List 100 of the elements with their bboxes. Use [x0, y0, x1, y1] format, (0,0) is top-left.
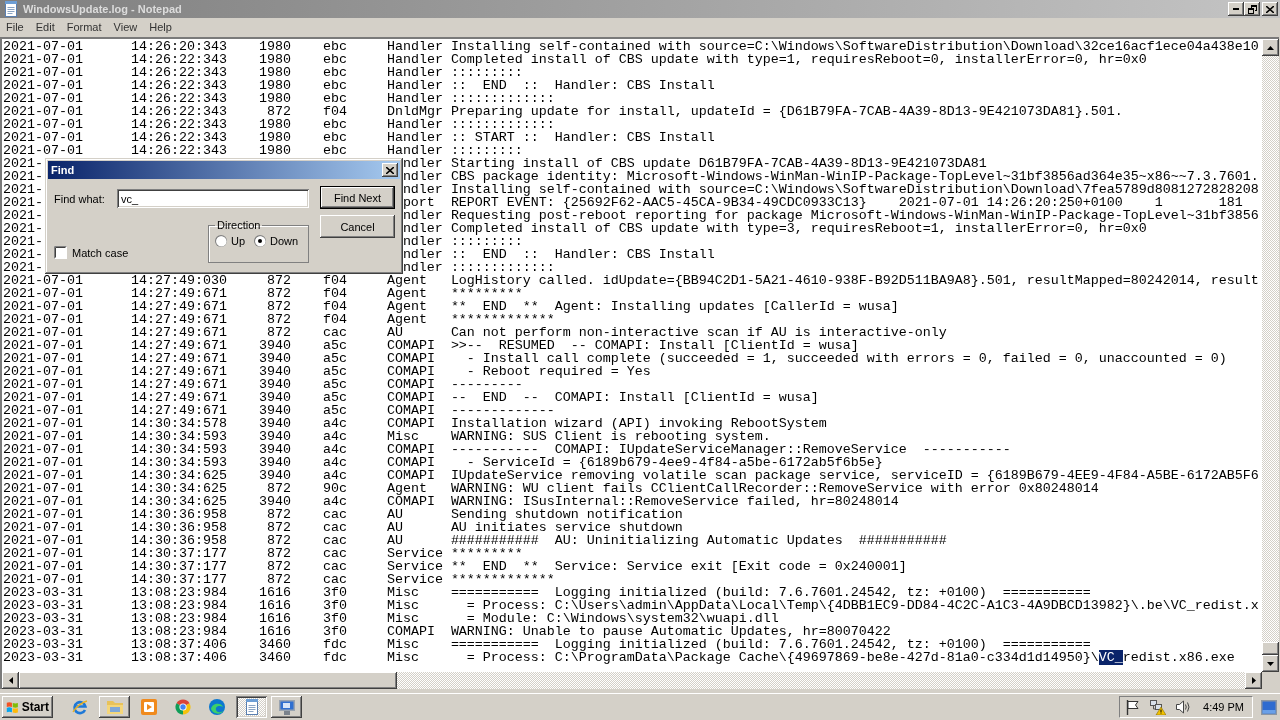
start-button[interactable]: Start	[2, 696, 53, 718]
log-component: Handler	[386, 131, 443, 144]
right-arrow-icon	[1251, 677, 1256, 684]
thread-id: ebc	[322, 144, 347, 157]
log-message: :::::::::	[450, 235, 523, 248]
restore-button[interactable]	[1244, 2, 1260, 16]
process-id: 3940	[258, 378, 291, 391]
log-component: Service	[386, 573, 443, 586]
log-date: 2021-07-01	[3, 573, 83, 586]
log-message: - Reboot required = Yes	[465, 365, 651, 378]
thread-id: a4c	[322, 443, 347, 456]
editor-field[interactable]	[2, 39, 1262, 672]
log-component: COMAPI	[386, 625, 435, 638]
log-date: 2021-	[3, 222, 43, 235]
direction-radio[interactable]: Up	[215, 235, 246, 247]
scroll-left-button[interactable]	[2, 672, 19, 689]
checkbox-icon[interactable]	[54, 246, 67, 259]
e-logo-icon[interactable]	[72, 699, 88, 715]
log-message: ----------- COMAPI: IUpdateServiceManager::RemoveService -----------	[450, 443, 1011, 456]
thread-id: cac	[322, 560, 347, 573]
log-time: 14:30:36:958	[130, 521, 227, 534]
process-id: 872	[266, 274, 291, 287]
process-id: 3940	[258, 443, 291, 456]
log-component: Handler	[386, 92, 443, 105]
thread-id: ebc	[322, 79, 347, 92]
taskbar-button[interactable]	[236, 696, 267, 718]
log-component: DnldMgr	[386, 105, 443, 118]
log-message: :::::::::	[450, 66, 523, 79]
notepad-icon	[3, 1, 19, 17]
menu-item[interactable]: Format	[60, 19, 108, 36]
log-message: WARNING: SUS Client is rebooting system.	[450, 430, 771, 443]
log-date: 2021-07-01	[3, 326, 83, 339]
vertical-scrollbar[interactable]	[1262, 39, 1279, 672]
find-what-field[interactable]: vc_	[117, 189, 309, 208]
log-date: 2021-07-01	[3, 300, 83, 313]
thread-id: a5c	[322, 339, 347, 352]
process-id: 872	[266, 573, 291, 586]
radio-icon[interactable]	[215, 235, 227, 247]
minimize-button[interactable]	[1228, 2, 1244, 16]
log-message: ---------	[450, 378, 523, 391]
swirl-logo-icon[interactable]	[209, 699, 225, 715]
scroll-up-button[interactable]	[1262, 39, 1279, 56]
process-id: 3460	[258, 651, 291, 664]
menu-item[interactable]: Edit	[29, 19, 61, 36]
dialog-button[interactable]: Cancel	[320, 215, 395, 238]
log-message: :: END :: Handler: CBS Install	[450, 79, 715, 92]
thread-id: a5c	[322, 404, 347, 417]
speaker-icon[interactable]	[1176, 700, 1192, 714]
log-time: 14:27:49:671	[130, 339, 227, 352]
log-component: ndler	[402, 170, 443, 183]
log-date: 2021-07-01	[3, 339, 83, 352]
screen-icon[interactable]	[1261, 699, 1277, 715]
close-button[interactable]	[382, 163, 398, 177]
log-date: 2021-07-01	[3, 560, 83, 573]
radio-icon[interactable]	[254, 235, 267, 247]
scrollbar-thumb[interactable]	[1262, 642, 1279, 655]
close-button[interactable]	[1262, 2, 1278, 16]
menu-item[interactable]: File	[0, 19, 30, 36]
log-component: ndler	[402, 261, 443, 274]
ring-logo-icon[interactable]	[175, 699, 191, 715]
dialog-button[interactable]: Find Next	[320, 186, 395, 209]
thread-id: fdc	[322, 651, 347, 664]
log-date: 2021-07-01	[3, 53, 83, 66]
thread-id: f04	[322, 105, 347, 118]
thread-id: ebc	[322, 53, 347, 66]
flag-icon[interactable]	[1126, 699, 1141, 715]
thread-id: ebc	[322, 66, 347, 79]
thread-id: 3f0	[322, 599, 347, 612]
network-warning-icon[interactable]	[1150, 699, 1167, 715]
log-component: Handler	[386, 79, 443, 92]
log-date: 2021-07-01	[3, 469, 83, 482]
taskbar-button[interactable]	[271, 696, 302, 718]
log-message: *********	[450, 287, 523, 300]
log-time: 14:26:22:343	[130, 53, 227, 66]
process-id: 1980	[258, 131, 291, 144]
log-component: Handler	[386, 118, 443, 131]
process-id: 872	[266, 521, 291, 534]
scroll-down-button[interactable]	[1262, 655, 1279, 672]
log-time: 14:26:22:343	[130, 118, 227, 131]
match-case-checkbox[interactable]: Match case	[54, 246, 129, 259]
log-component: COMAPI	[386, 352, 435, 365]
thread-id: cac	[322, 534, 347, 547]
log-date: 2021-07-01	[3, 66, 83, 79]
process-id: 1980	[258, 144, 291, 157]
menu-item[interactable]: Help	[143, 19, 178, 36]
log-date: 2021-	[3, 170, 43, 183]
direction-radio[interactable]: Down	[254, 235, 299, 247]
scrollbar-thumb[interactable]	[19, 672, 397, 689]
horizontal-scrollbar[interactable]	[2, 672, 1262, 689]
log-date: 2021-07-01	[3, 144, 83, 157]
process-id: 3940	[258, 352, 291, 365]
log-message: Installation wizard (API) invoking RebootSystem	[450, 417, 827, 430]
menu-item[interactable]: View	[107, 19, 144, 36]
log-time: 13:08:37:406	[130, 651, 227, 664]
down-arrow-icon	[1267, 661, 1274, 666]
taskbar-button[interactable]	[99, 696, 130, 718]
scroll-right-button[interactable]	[1245, 672, 1262, 689]
log-component: Misc	[386, 586, 419, 599]
log-time: 14:30:37:177	[130, 573, 227, 586]
log-component: Agent	[386, 300, 427, 313]
